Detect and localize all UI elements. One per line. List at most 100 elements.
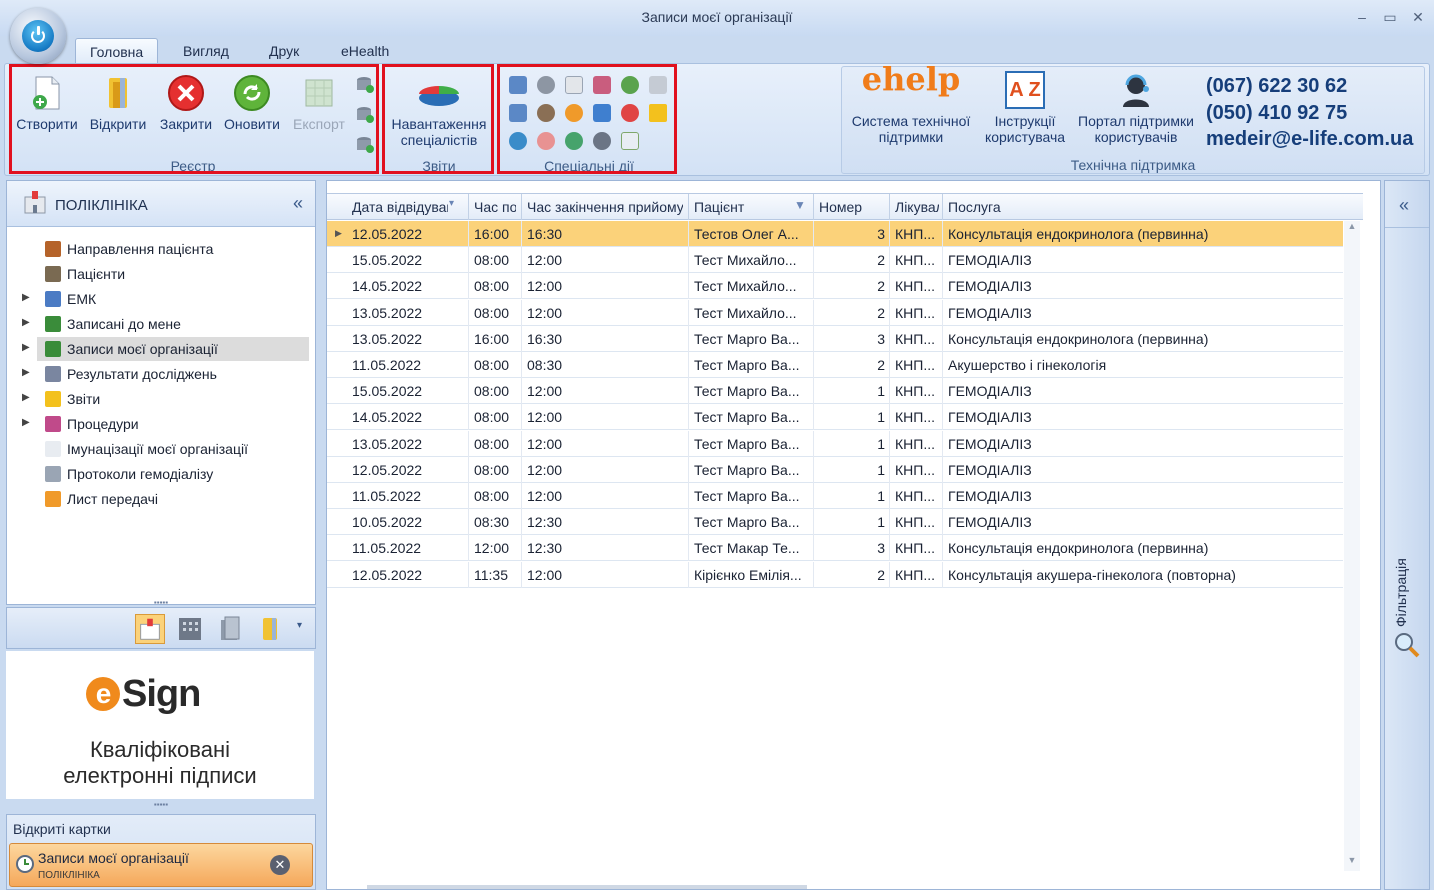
cell-divider — [688, 352, 689, 378]
column-divider[interactable] — [468, 194, 469, 220]
horizontal-scrollbar[interactable] — [367, 885, 807, 889]
open-card[interactable]: Записи моєї організації ПОЛІКЛІНІКА ✕ — [9, 843, 313, 887]
filter-label[interactable]: Фільтрація — [1393, 558, 1409, 627]
phone-2: (050) 410 92 75 — [1206, 102, 1348, 124]
column-divider[interactable] — [889, 194, 890, 220]
cell-divider — [889, 404, 890, 431]
archive-icon[interactable] — [215, 614, 245, 644]
scroll-up-icon[interactable]: ▲ — [1344, 221, 1360, 237]
table-row[interactable]: 13.05.2022 08:00 12:00 Тест Марго Ва... 1 КНП… — [327, 430, 1343, 457]
table-cell: 12:00 — [527, 435, 563, 452]
table-row[interactable]: 11.05.2022 12:00 12:30 Тест Макар Те... 3 КНП… — [327, 535, 1343, 562]
expand-arrow-icon[interactable]: ▶ — [22, 367, 30, 378]
table-row[interactable]: 14.05.2022 08:00 12:00 Тест Марго Ва... 1 КНП… — [327, 404, 1343, 431]
tab-view[interactable]: Вигляд — [169, 38, 243, 64]
table-row[interactable]: 13.05.2022 08:00 12:00 Тест Михайло... 2 КНП.… — [327, 299, 1343, 326]
tree-item[interactable]: ▶ ЕМК — [7, 287, 315, 311]
column-divider[interactable] — [521, 194, 522, 220]
tab-print[interactable]: Друк — [255, 38, 313, 64]
table-cell: 12:00 — [527, 278, 563, 295]
cell-divider — [688, 456, 689, 483]
sort-descending-icon[interactable]: ▼ — [794, 198, 806, 212]
tree-item[interactable]: Імунацізації моєї організації — [7, 437, 315, 461]
application-menu-button[interactable] — [10, 8, 66, 64]
table-row[interactable]: 11.05.2022 08:00 08:30 Тест Марго Ва... 2 КНП… — [327, 352, 1343, 378]
tree-item[interactable]: Направлення пацієнта — [7, 237, 315, 261]
module-switcher: ▾ — [6, 607, 316, 649]
tree-item[interactable]: ▶ Записані до мене — [7, 312, 315, 336]
expand-arrow-icon[interactable]: ▶ — [22, 342, 30, 353]
tab-ehealth[interactable]: eHealth — [327, 38, 403, 64]
tree-item[interactable]: Протоколи гемодіалізу — [7, 462, 315, 486]
column-divider[interactable] — [813, 194, 814, 220]
table-cell: Тест Марго Ва... — [694, 409, 800, 426]
hospital-building-icon[interactable] — [175, 614, 205, 644]
table-cell: КНП... — [895, 409, 935, 426]
tree-item-label: Процедури — [67, 416, 139, 432]
column-start-time[interactable]: Час початку — [474, 199, 516, 215]
tab-home[interactable]: Головна — [75, 38, 159, 64]
table-row[interactable]: 14.05.2022 08:00 12:00 Тест Михайло... 2 КНП.… — [327, 273, 1343, 300]
table-row[interactable]: 13.05.2022 16:00 16:30 Тест Марго Ва... 3 КНП… — [327, 325, 1343, 352]
table-cell: 2 — [877, 357, 885, 373]
tree-item[interactable]: ▶ Процедури — [7, 412, 315, 436]
tree-item[interactable]: Пацієнти — [7, 262, 315, 286]
table-row[interactable]: 15.05.2022 08:00 12:00 Тест Михайло... 2 КНП.… — [327, 247, 1343, 274]
user-instructions-button[interactable]: A Z Інструкції користувача — [980, 71, 1070, 145]
column-visit-date[interactable]: Дата відвідування — [352, 199, 448, 215]
expand-arrow-icon[interactable]: ▶ — [22, 292, 30, 303]
document-icon — [45, 441, 61, 457]
table-row[interactable]: 11.05.2022 08:00 12:00 Тест Марго Ва... 1 КНП… — [327, 483, 1343, 509]
support-portal-button[interactable]: Портал підтримки користувачів — [1072, 71, 1200, 145]
column-divider[interactable] — [688, 194, 689, 220]
tree-item[interactable]: Лист передачі — [7, 487, 315, 511]
polyclinic-module-icon[interactable] — [135, 614, 165, 644]
cell-divider — [688, 535, 689, 562]
column-facility[interactable]: Лікувальний заклад — [895, 199, 939, 215]
table-cell: Тест Марго Ва... — [694, 488, 800, 504]
table-cell: Консультація ендокринолога (первинна) — [948, 540, 1209, 557]
portal-line2: користувачів — [1094, 129, 1178, 145]
expand-arrow-icon[interactable]: ▶ — [22, 317, 30, 328]
tree-item[interactable]: ▶ Результати досліджень — [7, 362, 315, 386]
cell-divider — [942, 221, 943, 247]
filter-funnel-icon[interactable]: ▾ — [449, 198, 454, 209]
close-card-icon[interactable]: ✕ — [270, 855, 290, 875]
splitter-handle[interactable]: ▪▪▪▪▪ — [6, 599, 316, 607]
table-row[interactable]: 10.05.2022 08:30 12:30 Тест Марго Ва... 1 КНП… — [327, 509, 1343, 536]
tree-item[interactable]: ▶ Записи моєї організації — [7, 337, 315, 361]
collapse-navigation-button[interactable]: « — [293, 193, 303, 214]
tree-item[interactable]: ▶ Звіти — [7, 387, 315, 411]
minimize-button[interactable]: ‒ — [1350, 7, 1374, 27]
column-divider[interactable] — [942, 194, 943, 220]
column-end-time[interactable]: Час закінчення прийому — [527, 199, 683, 215]
column-service[interactable]: Послуга — [948, 199, 1248, 215]
magnifier-icon[interactable] — [1393, 631, 1421, 659]
tech-support-group-label: Технічна підтримка — [1070, 157, 1196, 173]
table-cell: КНП... — [895, 383, 935, 400]
splitter-handle[interactable]: ▪▪▪▪▪ — [6, 801, 316, 809]
column-number[interactable]: Номер — [819, 199, 885, 215]
column-patient[interactable]: Пацієнт — [694, 199, 784, 215]
table-row[interactable]: ▶ 12.05.2022 16:00 16:30 Тестов Олег А... 3 КН… — [327, 221, 1343, 247]
expand-arrow-icon[interactable]: ▶ — [22, 417, 30, 428]
more-modules-dropdown[interactable]: ▾ — [297, 620, 302, 631]
folder-module-icon[interactable] — [255, 614, 285, 644]
scroll-down-icon[interactable]: ▼ — [1344, 855, 1360, 871]
expand-filter-button[interactable]: « — [1399, 195, 1409, 216]
table-cell: 12:00 — [527, 461, 563, 478]
maximize-button[interactable]: ▭ — [1378, 7, 1402, 27]
support-email[interactable]: medeir@e-life.com.ua — [1206, 128, 1413, 151]
table-row[interactable]: 12.05.2022 11:35 12:00 Кірієнко Емілія... 2 К… — [327, 561, 1343, 588]
close-window-button[interactable]: ✕ — [1406, 7, 1430, 27]
tech-support-system-button[interactable]: ehelp Система технічної підтримки — [846, 63, 976, 145]
expand-arrow-icon[interactable]: ▶ — [22, 392, 30, 403]
esign-logo: e Sign — [86, 673, 201, 716]
table-row[interactable]: 12.05.2022 08:00 12:00 Тест Марго Ва... 1 КНП… — [327, 456, 1343, 483]
table-row[interactable]: 15.05.2022 08:00 12:00 Тест Марго Ва... 1 КНП… — [327, 378, 1343, 405]
esign-banner[interactable]: e Sign Кваліфіковані електронні підписи — [6, 651, 314, 799]
table-cell: 08:00 — [474, 409, 510, 426]
vertical-scrollbar[interactable]: ▲ ▼ — [1344, 221, 1360, 871]
table-cell: 11.05.2022 — [352, 357, 422, 373]
table-cell: ГЕМОДІАЛІЗ — [948, 461, 1032, 478]
